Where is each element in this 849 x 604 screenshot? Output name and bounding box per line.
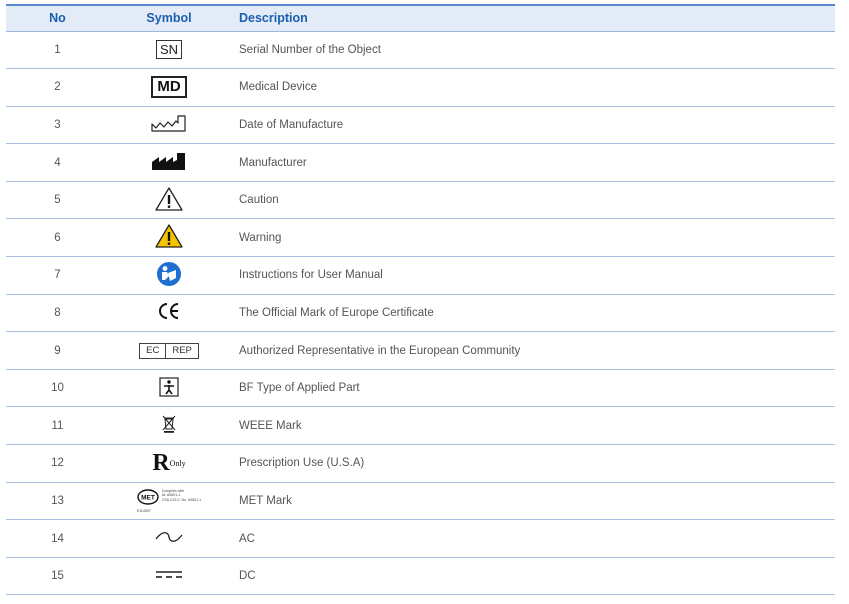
table-row: 4 Manufacturer [6,143,835,182]
table-row: 7 Instructions for User Manual [6,256,835,295]
manufacturer-icon [150,151,188,171]
symbol-cell [109,557,229,596]
medical-device-icon: MD [151,76,187,99]
symbol-cell: MET E114597 Complies with UL 60601-1 CSA… [109,482,229,521]
row-number: 2 [6,68,109,107]
column-header-description: Description [229,4,835,32]
row-description: Date of Manufacture [229,106,835,145]
met-file-number: E114597 [136,508,151,513]
row-number: 9 [6,331,109,370]
weee-bin-icon [161,414,177,434]
table-row: 10 BF Type of Applied Part [6,369,835,408]
warning-icon [154,223,184,249]
ec-rep-left: EC [146,344,160,356]
bf-applied-part-icon [159,377,179,397]
symbols-table: No Symbol Description 1 SN Serial Number… [6,4,835,596]
symbol-cell [109,369,229,408]
row-description: Manufacturer [229,143,835,182]
table-row: 5 Caution [6,181,835,220]
row-number: 10 [6,369,109,408]
row-number: 6 [6,218,109,258]
table-row: 8 The Official Mark of Europe Certificat… [6,294,835,333]
ce-mark-icon [157,301,181,321]
row-number: 11 [6,406,109,446]
column-header-no: No [6,4,109,32]
table-row: 13 MET E114597 Complies with UL 60601-1 … [6,482,835,521]
row-description: WEEE Mark [229,406,835,446]
ec-rep-icon: EC REP [139,342,199,359]
rx-only-icon: R Only [152,450,185,477]
row-description: Instructions for User Manual [229,256,835,295]
row-description: DC [229,557,835,596]
table-row: 2 MD Medical Device [6,68,835,107]
symbol-cell [109,143,229,182]
symbol-cell: SN [109,31,229,70]
table-row: 15 DC [6,557,835,596]
date-of-manufacture-icon [150,113,188,133]
row-description: MET Mark [229,482,835,521]
row-number: 13 [6,482,109,521]
symbol-cell [109,218,229,258]
symbol-cell [109,181,229,220]
row-description: Warning [229,218,835,258]
symbol-cell [109,519,229,558]
ac-tilde-icon [154,530,184,544]
table-row: 12 R Only Prescription Use (U.S.A) [6,444,835,483]
met-mark-icon: MET E114597 Complies with UL 60601-1 CSA… [137,489,202,513]
symbol-cell: EC REP [109,331,229,370]
dc-icon [154,569,184,581]
row-description: Prescription Use (U.S.A) [229,444,835,483]
ec-rep-right: REP [165,343,198,358]
table-row: 14 AC [6,519,835,558]
row-number: 14 [6,519,109,558]
column-header-symbol: Symbol [109,4,229,32]
met-note-3: CSA C22.2. No. 60601-1 [161,497,202,502]
row-description: BF Type of Applied Part [229,369,835,408]
table-row: 11 WEEE Mark [6,406,835,446]
row-number: 3 [6,106,109,145]
symbol-cell [109,106,229,145]
met-note-1: Complies with [161,488,185,493]
row-description: The Official Mark of Europe Certificate [229,294,835,333]
row-description: Medical Device [229,68,835,107]
row-number: 15 [6,557,109,596]
row-number: 8 [6,294,109,333]
table-row: 1 SN Serial Number of the Object [6,31,835,70]
symbols-page: No Symbol Description 1 SN Serial Number… [0,0,849,604]
table-row: 9 EC REP Authorized Representative in th… [6,331,835,370]
table-row: 3 Date of Manufacture [6,106,835,145]
caution-icon [154,186,184,212]
symbol-cell: R Only [109,444,229,483]
symbol-cell [109,294,229,333]
rx-only-text: Only [169,458,186,468]
table-header-row: No Symbol Description [6,4,835,32]
row-number: 5 [6,181,109,220]
row-number: 4 [6,143,109,182]
row-number: 1 [6,31,109,70]
row-description: AC [229,519,835,558]
row-description: Caution [229,181,835,220]
rx-letter: R [152,449,170,476]
row-description: Serial Number of the Object [229,31,835,70]
met-note-2: UL 60601-1 [161,493,181,498]
symbol-cell: MD [109,68,229,107]
table-row: 6 Warning [6,218,835,258]
instructions-manual-icon [156,261,182,287]
serial-number-icon: SN [155,40,183,60]
symbol-cell [109,256,229,295]
row-number: 12 [6,444,109,483]
row-number: 7 [6,256,109,295]
symbol-cell [109,406,229,446]
met-compliance-text: Complies with UL 60601-1 CSA C22.2. No. … [162,489,202,503]
row-description: Authorized Representative in the Europea… [229,331,835,370]
met-logo-text: MET [141,494,155,501]
